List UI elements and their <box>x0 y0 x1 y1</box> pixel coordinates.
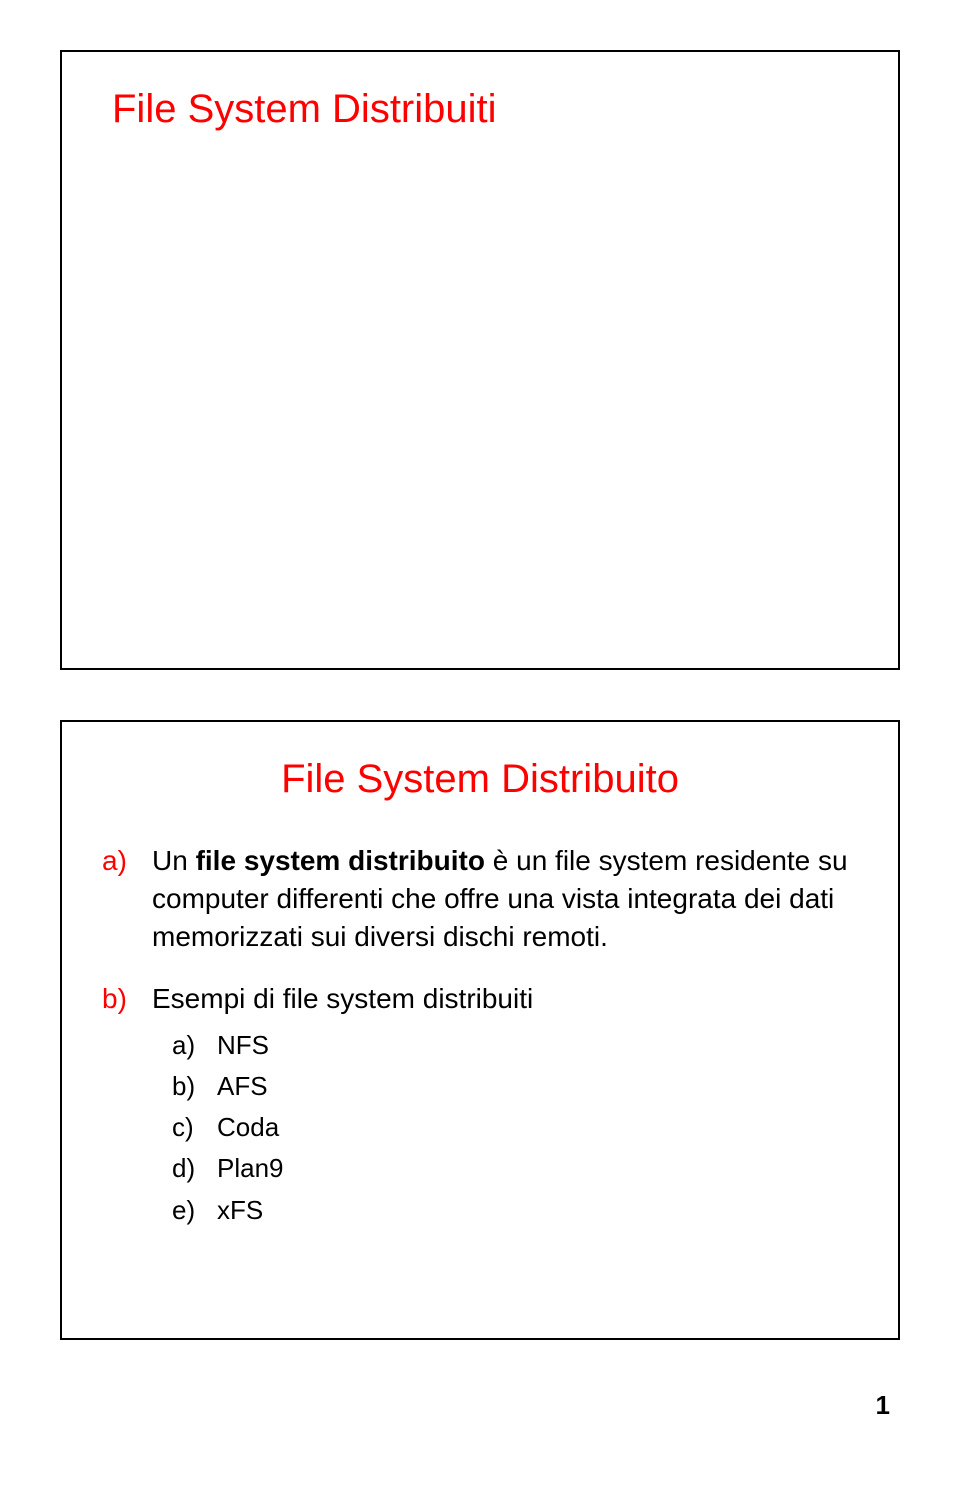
list-item-a: a) Un file system distribuito è un file … <box>102 842 858 955</box>
sub-marker: c) <box>172 1110 217 1145</box>
list-text: Un file system distribuito è un file sys… <box>152 842 858 955</box>
slide-2-title: File System Distribuito <box>102 757 858 802</box>
list-marker: b) <box>102 980 152 1018</box>
sub-item: b) AFS <box>172 1069 858 1104</box>
sub-marker: a) <box>172 1028 217 1063</box>
text-bold: file system distribuito <box>196 845 485 876</box>
list-item-b: b) Esempi di file system distribuiti <box>102 980 858 1018</box>
page: File System Distribuiti File System Dist… <box>0 0 960 1441</box>
sub-item: d) Plan9 <box>172 1151 858 1186</box>
sub-marker: d) <box>172 1151 217 1186</box>
sub-text: NFS <box>217 1028 269 1063</box>
sub-item: e) xFS <box>172 1193 858 1228</box>
slide-2-body: a) Un file system distribuito è un file … <box>102 842 858 1228</box>
sub-item: c) Coda <box>172 1110 858 1145</box>
sub-text: xFS <box>217 1193 263 1228</box>
sub-list: a) NFS b) AFS c) Coda d) Plan9 e) xFS <box>172 1028 858 1227</box>
slide-1-title: File System Distribuiti <box>112 87 858 132</box>
page-number: 1 <box>60 1390 900 1421</box>
sub-marker: e) <box>172 1193 217 1228</box>
slide-1: File System Distribuiti <box>60 50 900 670</box>
sub-item: a) NFS <box>172 1028 858 1063</box>
sub-text: Plan9 <box>217 1151 284 1186</box>
text-pre: Un <box>152 845 196 876</box>
sub-marker: b) <box>172 1069 217 1104</box>
sub-text: Coda <box>217 1110 279 1145</box>
list-marker: a) <box>102 842 152 880</box>
list-text: Esempi di file system distribuiti <box>152 980 533 1018</box>
slide-2: File System Distribuito a) Un file syste… <box>60 720 900 1340</box>
sub-text: AFS <box>217 1069 268 1104</box>
